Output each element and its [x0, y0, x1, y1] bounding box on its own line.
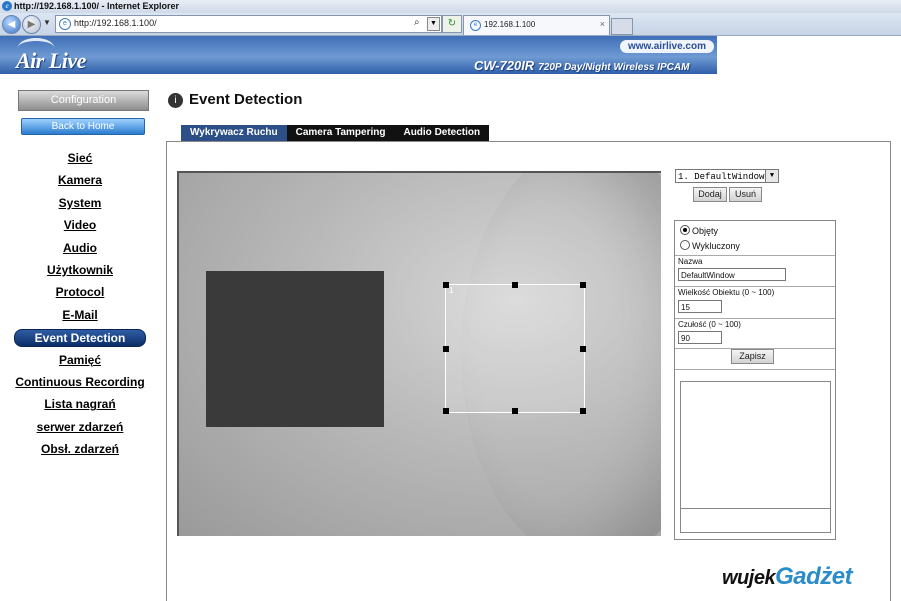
- sensitivity-label: Czułość (0 ~ 100): [678, 320, 741, 329]
- site-url-badge: www.airlive.com: [620, 40, 714, 53]
- history-dropdown-icon[interactable]: ▼: [43, 18, 51, 27]
- sidebar-item-event-detection[interactable]: Event Detection: [10, 329, 150, 351]
- model-name: CW-720IR 720P Day/Night Wireless IPCAM: [474, 58, 689, 73]
- name-row: Nazwa DefaultWindow: [675, 256, 835, 287]
- video-preview[interactable]: 1: [177, 171, 661, 536]
- model-description: 720P Day/Night Wireless IPCAM: [538, 62, 690, 73]
- resize-handle-w[interactable]: [443, 346, 449, 352]
- exclude-option[interactable]: Wykluczony: [680, 240, 740, 251]
- header-banner: Air Live www.airlive.com CW-720IR 720P Da…: [0, 36, 717, 74]
- exclude-label: Wykluczony: [692, 241, 740, 251]
- browser-title-bar: e http://192.168.1.100/ - Internet Explo…: [0, 0, 901, 13]
- airlive-logo: Air Live: [16, 48, 86, 73]
- configuration-button[interactable]: Configuration: [18, 90, 149, 111]
- address-bar[interactable]: e http://192.168.1.100/ ⌕ ▼: [55, 15, 442, 33]
- sidebar-item-system[interactable]: System: [10, 195, 150, 217]
- motion-detection-window[interactable]: 1: [443, 282, 586, 414]
- exclude-radio[interactable]: [680, 240, 690, 250]
- sidebar-item-email[interactable]: E-Mail: [10, 307, 150, 329]
- object-size-row: Wielkość Obiektu (0 ~ 100) 15: [675, 287, 835, 319]
- resize-handle-ne[interactable]: [580, 282, 586, 288]
- include-label: Objęty: [692, 226, 719, 236]
- resize-handle-nw[interactable]: [443, 282, 449, 288]
- inclusion-row: Objęty Wykluczony: [675, 221, 835, 256]
- sidebar-item-pamiec[interactable]: Pamięć: [10, 352, 150, 374]
- ie-logo-icon: e: [2, 1, 12, 11]
- resize-handle-e[interactable]: [580, 346, 586, 352]
- name-label: Nazwa: [678, 257, 703, 266]
- browser-tab[interactable]: e 192.168.1.100 ×: [463, 15, 610, 35]
- privacy-mask-region: [206, 271, 384, 427]
- sidebar-item-audio[interactable]: Audio: [10, 240, 150, 262]
- detection-window-select[interactable]: 1. DefaultWindow ▼: [675, 169, 779, 183]
- resize-handle-s[interactable]: [512, 408, 518, 414]
- sidebar-item-lista-nagran[interactable]: Lista nagrań: [10, 396, 150, 418]
- info-icon: i: [168, 93, 183, 108]
- sidebar-item-continuous-recording[interactable]: Continuous Recording: [10, 374, 150, 396]
- remove-window-button[interactable]: Usuń: [729, 187, 762, 202]
- sensitivity-row: Czułość (0 ~ 100) 90: [675, 319, 835, 349]
- address-dropdown-icon[interactable]: ▼: [427, 17, 440, 31]
- object-size-field[interactable]: 15: [678, 300, 722, 313]
- window-list-area: [680, 381, 831, 533]
- event-tabs: Wykrywacz Ruchu Camera Tampering Audio D…: [181, 125, 490, 141]
- object-size-label: Wielkość Obiektu (0 ~ 100): [678, 288, 775, 297]
- sensitivity-field[interactable]: 90: [678, 331, 722, 344]
- sidebar-item-uzytkownik[interactable]: Użytkownik: [10, 262, 150, 284]
- list-divider: [681, 508, 830, 509]
- back-to-home-button[interactable]: Back to Home: [21, 118, 145, 135]
- include-radio[interactable]: [680, 225, 690, 235]
- browser-toolbar: ◀ ▶ ▼ e http://192.168.1.100/ ⌕ ▼ ↻ e 19…: [0, 13, 901, 36]
- save-button[interactable]: Zapisz: [731, 349, 774, 364]
- include-option[interactable]: Objęty: [680, 225, 718, 236]
- address-url[interactable]: http://192.168.1.100/: [74, 18, 157, 28]
- tab-title: 192.168.1.100: [484, 20, 536, 29]
- window-title: http://192.168.1.100/ - Internet Explore…: [14, 1, 180, 11]
- sidebar-item-event-detection-label: Event Detection: [14, 329, 146, 348]
- tab-motion-detection[interactable]: Wykrywacz Ruchu: [181, 125, 287, 141]
- search-icon[interactable]: ⌕: [414, 17, 420, 28]
- page-title-text: Event Detection: [189, 91, 303, 108]
- resize-handle-sw[interactable]: [443, 408, 449, 414]
- tab-camera-tampering[interactable]: Camera Tampering: [287, 125, 395, 141]
- forward-arrow-icon[interactable]: ▶: [22, 15, 41, 34]
- model-code: CW-720IR: [474, 58, 535, 73]
- sidebar-item-serwer-zdarzen[interactable]: serwer zdarzeń: [10, 419, 150, 441]
- tab-audio-detection[interactable]: Audio Detection: [394, 125, 489, 141]
- tab-close-icon[interactable]: ×: [600, 19, 605, 29]
- sidebar-item-siec[interactable]: Sieć: [10, 150, 150, 172]
- new-tab-button[interactable]: [611, 18, 633, 35]
- watermark: wujekGadżet: [722, 563, 853, 591]
- window-properties-panel: Objęty Wykluczony Nazwa DefaultWindow Wi…: [674, 220, 836, 540]
- watermark-prefix: wujek: [722, 567, 776, 589]
- sidebar-item-protocol[interactable]: Protocol: [10, 284, 150, 306]
- sidebar-item-obsl-zdarzen[interactable]: Obsł. zdarzeń: [10, 441, 150, 463]
- chevron-down-icon[interactable]: ▼: [765, 170, 778, 182]
- sidebar-menu: Sieć Kamera System Video Audio Użytkowni…: [10, 150, 150, 463]
- watermark-suffix: Gadżet: [775, 563, 853, 590]
- sidebar-item-kamera[interactable]: Kamera: [10, 172, 150, 194]
- back-arrow-icon[interactable]: ◀: [2, 15, 21, 34]
- name-field[interactable]: DefaultWindow: [678, 268, 786, 281]
- resize-handle-se[interactable]: [580, 408, 586, 414]
- resize-handle-n[interactable]: [512, 282, 518, 288]
- page-icon: e: [59, 18, 71, 30]
- add-window-button[interactable]: Dodaj: [693, 187, 727, 202]
- compat-refresh-icon[interactable]: ↻: [442, 15, 462, 33]
- sidebar-item-video[interactable]: Video: [10, 217, 150, 239]
- detection-window-select-value: 1. DefaultWindow: [678, 172, 765, 182]
- detection-window-number: 1: [449, 286, 454, 295]
- tab-page-icon: e: [470, 20, 481, 31]
